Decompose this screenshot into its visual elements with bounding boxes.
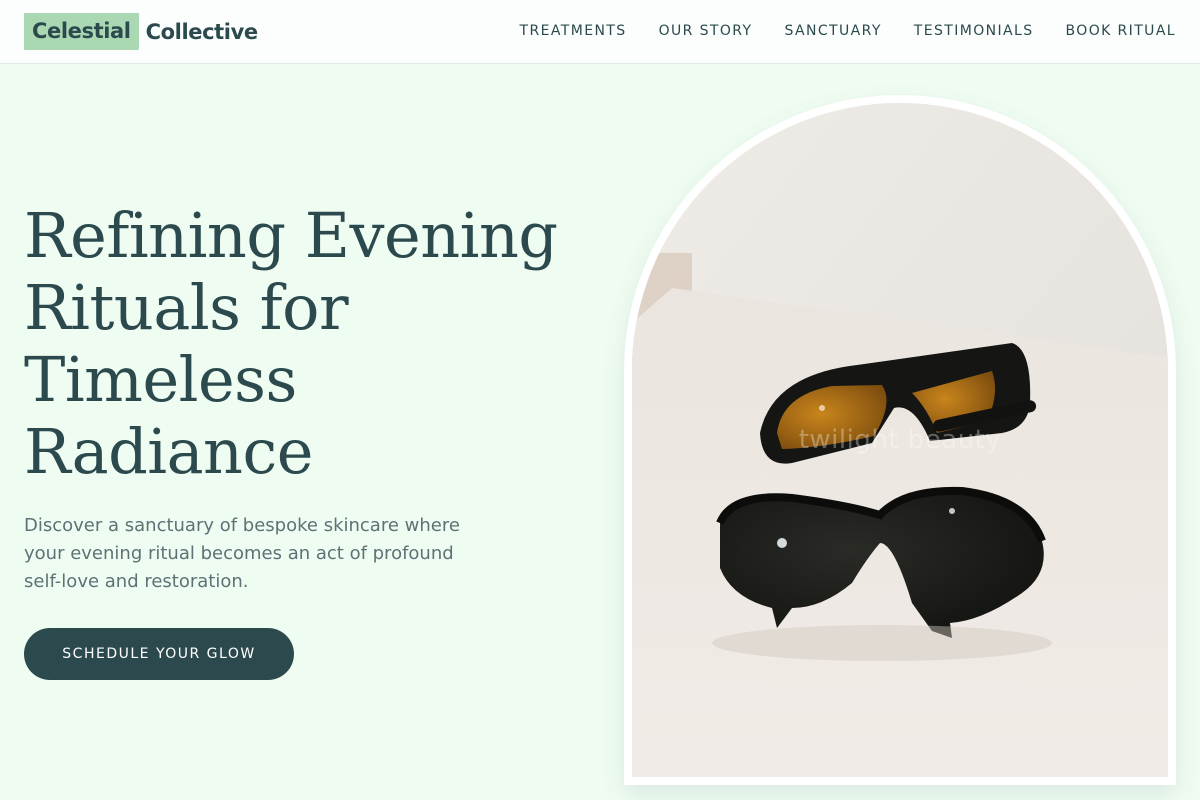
hero-image: twilight beauty	[632, 103, 1168, 777]
image-watermark: twilight beauty	[798, 425, 1002, 455]
main-nav: TREATMENTS OUR STORY SANCTUARY TESTIMONI…	[520, 0, 1176, 62]
brand-logo[interactable]: Celestial Collective	[24, 13, 258, 50]
hero-image-frame: twilight beauty	[624, 95, 1176, 785]
logo-rest-word: Collective	[145, 19, 259, 44]
hero-title-line: Radiance	[24, 415, 313, 488]
nav-link-our-story[interactable]: OUR STORY	[659, 23, 753, 39]
site-header: Celestial Collective TREATMENTS OUR STOR…	[0, 0, 1200, 64]
hero-subtitle: Discover a sanctuary of bespoke skincare…	[24, 515, 460, 592]
hero-title-line: Refining Evening	[24, 199, 558, 272]
hero-title-line: Rituals for	[24, 271, 349, 344]
logo-highlight-word: Celestial	[24, 13, 139, 50]
hero-title: Refining Evening Rituals for Timeless Ra…	[24, 200, 614, 488]
nav-link-book-ritual[interactable]: BOOK RITUAL	[1066, 23, 1176, 39]
nav-link-sanctuary[interactable]: SANCTUARY	[784, 23, 881, 39]
schedule-glow-button[interactable]: SCHEDULE YOUR GLOW	[24, 628, 294, 680]
nav-link-treatments[interactable]: TREATMENTS	[520, 23, 627, 39]
hero-title-line: Timeless	[24, 343, 297, 416]
nav-link-testimonials[interactable]: TESTIMONIALS	[914, 23, 1034, 39]
